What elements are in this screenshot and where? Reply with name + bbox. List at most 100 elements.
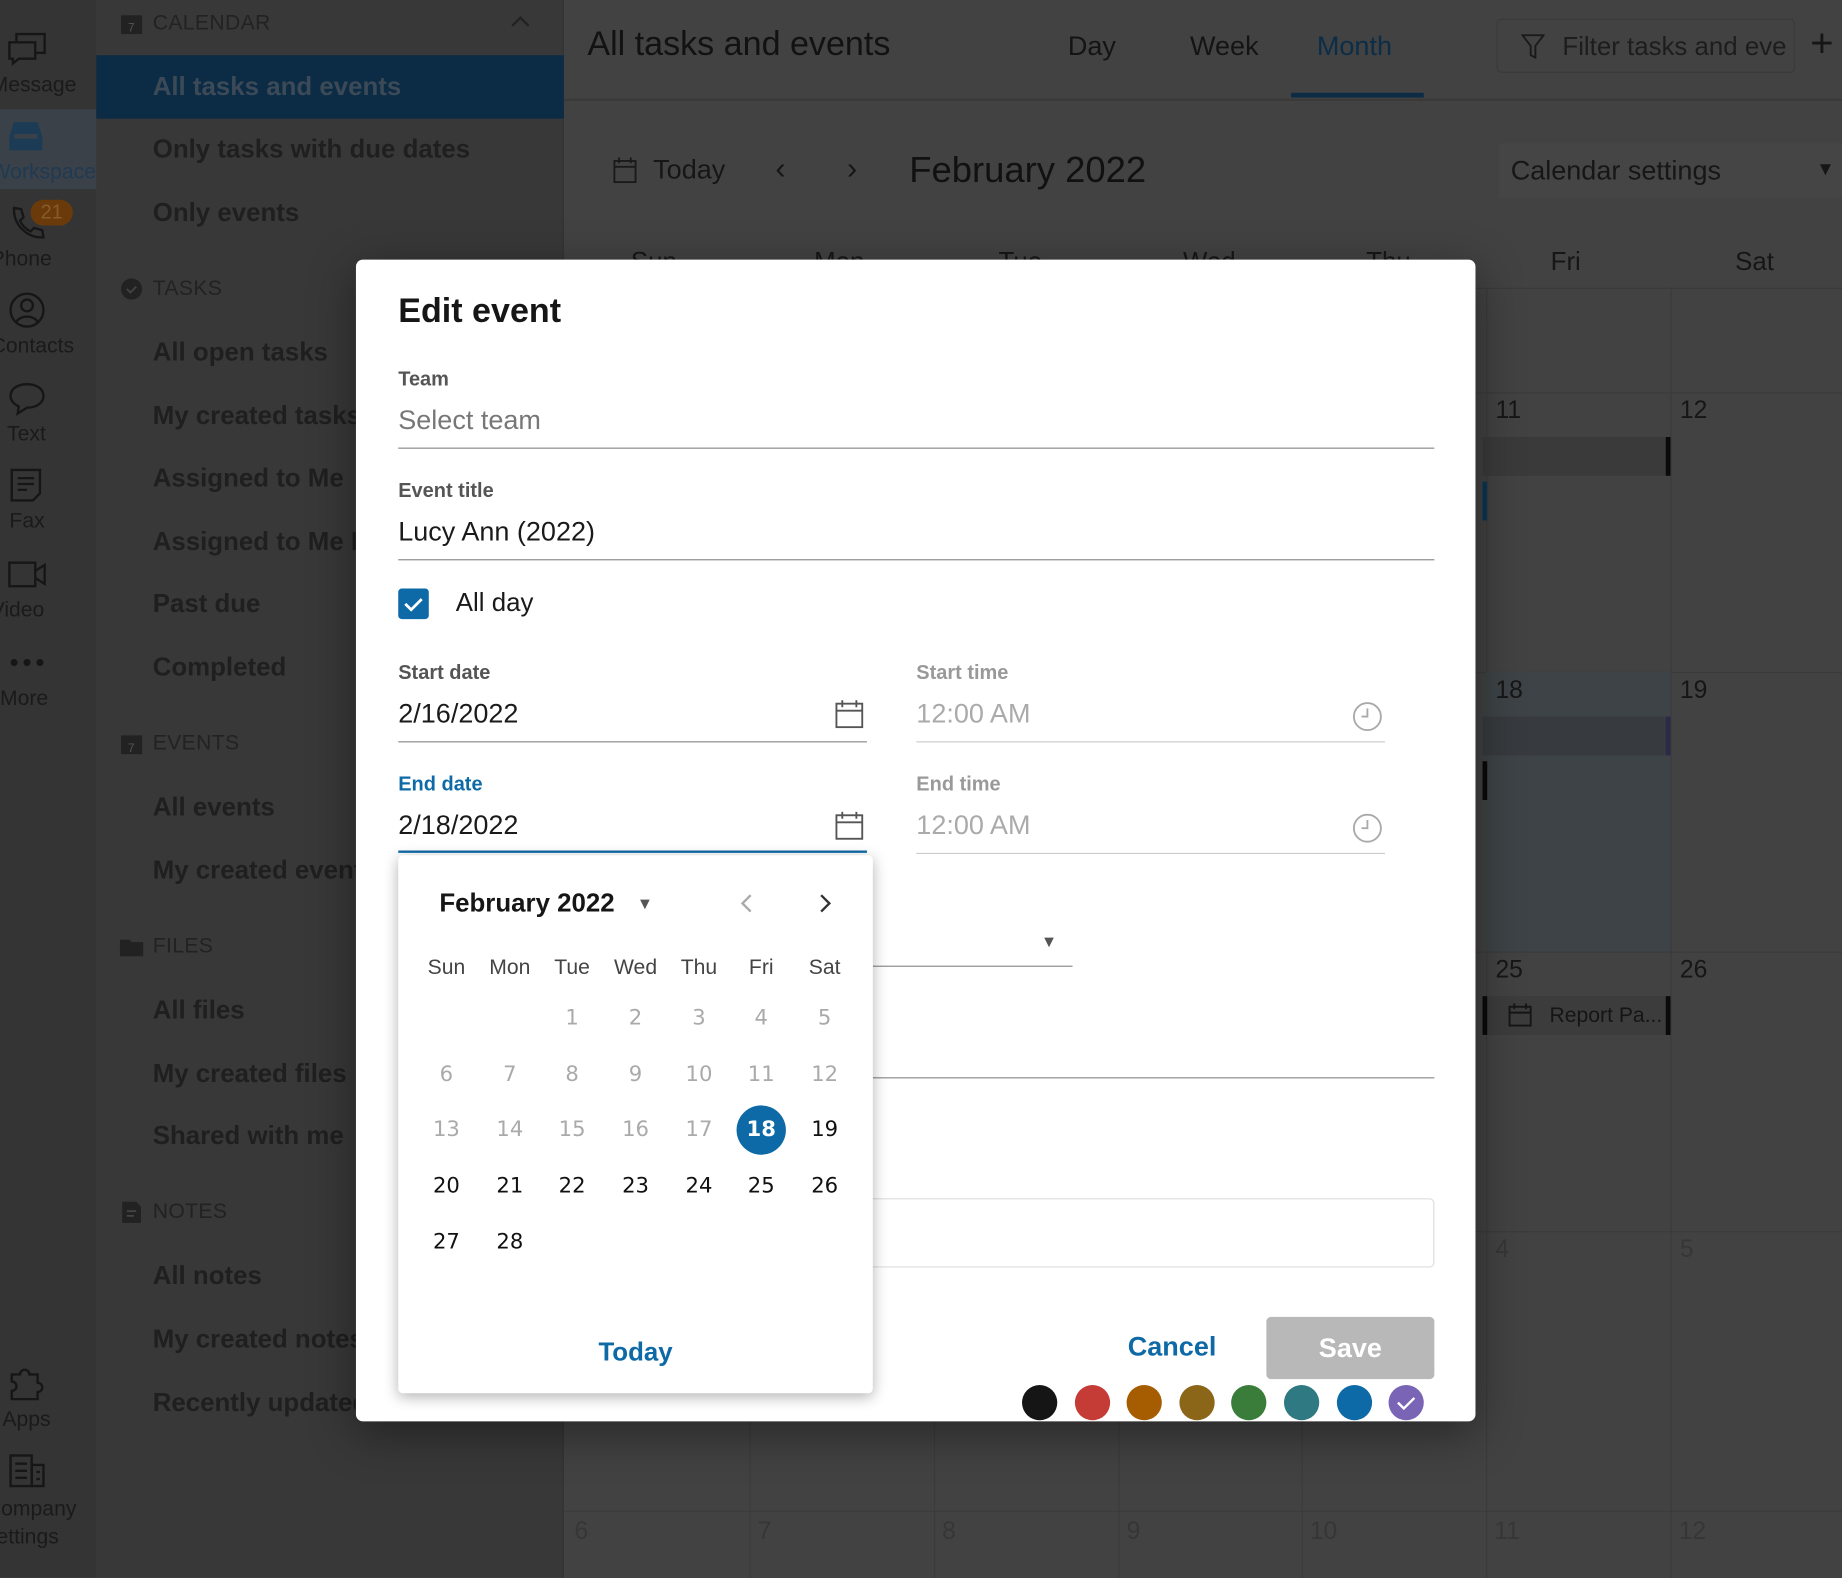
day-number[interactable]: 11 [1495, 397, 1521, 425]
nav-only-events[interactable]: Only events [153, 197, 300, 228]
section-notes[interactable]: NOTES [120, 1199, 228, 1224]
day-number[interactable]: 11 [1494, 1518, 1520, 1546]
nav-my-created-events[interactable]: My created event [153, 855, 363, 886]
day-number[interactable]: 25 [1495, 956, 1522, 984]
day-number[interactable]: 12 [1679, 1518, 1706, 1546]
note-icon [122, 1201, 141, 1223]
save-button[interactable]: Save [1266, 1316, 1435, 1380]
end-time-input[interactable]: 12:00 AM [916, 809, 1030, 841]
day-number[interactable]: 9 [1127, 1518, 1141, 1546]
team-select[interactable]: Select team [398, 404, 541, 436]
day-number[interactable]: 19 [1680, 677, 1707, 705]
nav-all-notes[interactable]: All notes [153, 1260, 262, 1291]
color-swatch[interactable] [1283, 1385, 1320, 1421]
day-number[interactable]: 12 [1680, 397, 1707, 425]
cancel-button[interactable]: Cancel [1128, 1331, 1217, 1363]
color-swatch[interactable] [1126, 1385, 1163, 1421]
tab-day[interactable]: Day [1068, 31, 1116, 63]
picker-day[interactable]: 28 [485, 1218, 534, 1267]
day-number[interactable]: 4 [1495, 1236, 1509, 1264]
picker-day[interactable]: 20 [422, 1162, 471, 1211]
description-textarea[interactable] [849, 1198, 1435, 1268]
day-number[interactable]: 6 [574, 1518, 588, 1546]
rail-item-message[interactable]: Message [0, 31, 96, 98]
chevron-up-icon[interactable] [510, 14, 531, 28]
next-month-button[interactable]: › [847, 150, 857, 186]
nav-my-created-tasks[interactable]: My created tasks [153, 401, 361, 432]
tab-month[interactable]: Month [1317, 31, 1392, 63]
section-files[interactable]: FILES [119, 934, 213, 959]
add-button[interactable]: + [1810, 21, 1833, 67]
rail-item-workspace[interactable]: Workspace [0, 117, 96, 184]
nav-all-files[interactable]: All files [153, 995, 245, 1026]
color-swatch[interactable] [1179, 1385, 1215, 1421]
event-report[interactable]: Report Pa... [1482, 996, 1671, 1035]
start-date-input[interactable]: 2/16/2022 [398, 698, 518, 730]
picker-today-button[interactable]: Today [398, 1337, 873, 1368]
nav-all-open-tasks[interactable]: All open tasks [153, 337, 328, 368]
nav-my-created-files[interactable]: My created files [153, 1058, 347, 1089]
calendar-icon[interactable] [835, 700, 864, 729]
start-time-input[interactable]: 12:00 AM [916, 698, 1030, 730]
nav-recently-updated[interactable]: Recently updated [153, 1387, 368, 1418]
end-date-input[interactable]: 2/18/2022 [398, 809, 518, 841]
nav-completed[interactable]: Completed [153, 652, 287, 683]
rail-item-video[interactable]: Video [0, 556, 96, 623]
section-tasks[interactable]: TASKS [120, 276, 222, 301]
prev-month-button[interactable]: ‹ [775, 150, 785, 186]
event-bar[interactable] [1482, 716, 1671, 756]
chevron-left-icon[interactable] [739, 893, 755, 914]
event-title-input[interactable]: Lucy Ann (2022) [398, 516, 595, 548]
nav-shared-with-me[interactable]: Shared with me [153, 1121, 344, 1152]
picker-day[interactable]: 23 [611, 1162, 660, 1211]
rail-item-text[interactable]: Text [0, 379, 96, 446]
color-swatch[interactable] [1022, 1385, 1058, 1421]
nav-past-due[interactable]: Past due [153, 589, 261, 620]
all-day-checkbox[interactable] [398, 588, 429, 620]
today-button[interactable]: Today [653, 154, 725, 186]
section-calendar[interactable]: 7 CALENDAR [120, 11, 271, 36]
day-number[interactable]: 7 [758, 1518, 772, 1546]
day-number[interactable]: 10 [1310, 1518, 1337, 1546]
picker-day[interactable]: 27 [422, 1218, 471, 1267]
day-number[interactable]: 8 [942, 1518, 956, 1546]
picker-day[interactable]: 22 [547, 1162, 596, 1211]
event-edge[interactable] [1482, 481, 1488, 521]
section-events[interactable]: 7 EVENTS [120, 731, 240, 756]
picker-day[interactable]: 24 [674, 1162, 723, 1211]
hidden-select[interactable]: ▼ [872, 917, 1073, 967]
picker-day[interactable]: 25 [737, 1162, 786, 1211]
picker-day[interactable]: 19 [800, 1106, 849, 1155]
calendar-settings-dropdown[interactable]: Calendar settings ▼ [1498, 143, 1842, 198]
color-swatch[interactable] [1336, 1385, 1372, 1421]
rail-item-company-settings[interactable]: Company settings [0, 1452, 96, 1551]
event-bar[interactable] [1482, 437, 1671, 476]
nav-assigned-to-me-d[interactable]: Assigned to Me D [153, 526, 370, 557]
picker-day[interactable]: 18 [736, 1105, 786, 1156]
rail-item-more[interactable]: More [0, 644, 96, 711]
caret-down-icon[interactable]: ▼ [637, 894, 653, 913]
day-number[interactable]: 26 [1680, 956, 1707, 984]
day-number[interactable]: 18 [1495, 677, 1522, 705]
picker-day[interactable]: 26 [800, 1162, 849, 1211]
color-swatch[interactable] [1388, 1385, 1425, 1421]
nav-assigned-to-me[interactable]: Assigned to Me [153, 463, 344, 494]
chevron-right-icon[interactable] [816, 893, 832, 914]
filter-input[interactable]: Filter tasks and eve [1496, 18, 1796, 73]
picker-day[interactable]: 21 [485, 1162, 534, 1211]
event-edge[interactable] [1482, 761, 1488, 800]
picker-month[interactable]: February 2022 [439, 888, 614, 919]
color-swatch[interactable] [1231, 1385, 1267, 1421]
day-number[interactable]: 5 [1680, 1236, 1694, 1264]
rail-item-apps[interactable]: Apps [0, 1363, 96, 1432]
nav-all-events[interactable]: All events [153, 792, 275, 823]
nav-only-tasks-with-due-dates[interactable]: Only tasks with due dates [153, 134, 470, 165]
tab-week[interactable]: Week [1190, 31, 1259, 63]
rail-item-phone[interactable]: Phone 21 [0, 199, 96, 271]
calendar-icon[interactable] [835, 811, 864, 840]
rail-item-fax[interactable]: Fax [0, 466, 96, 533]
nav-all-tasks-and-events[interactable]: All tasks and events [96, 55, 564, 119]
rail-item-contacts[interactable]: Contacts [0, 291, 96, 358]
nav-my-created-notes[interactable]: My created notes [153, 1324, 364, 1355]
color-swatch[interactable] [1074, 1385, 1110, 1421]
